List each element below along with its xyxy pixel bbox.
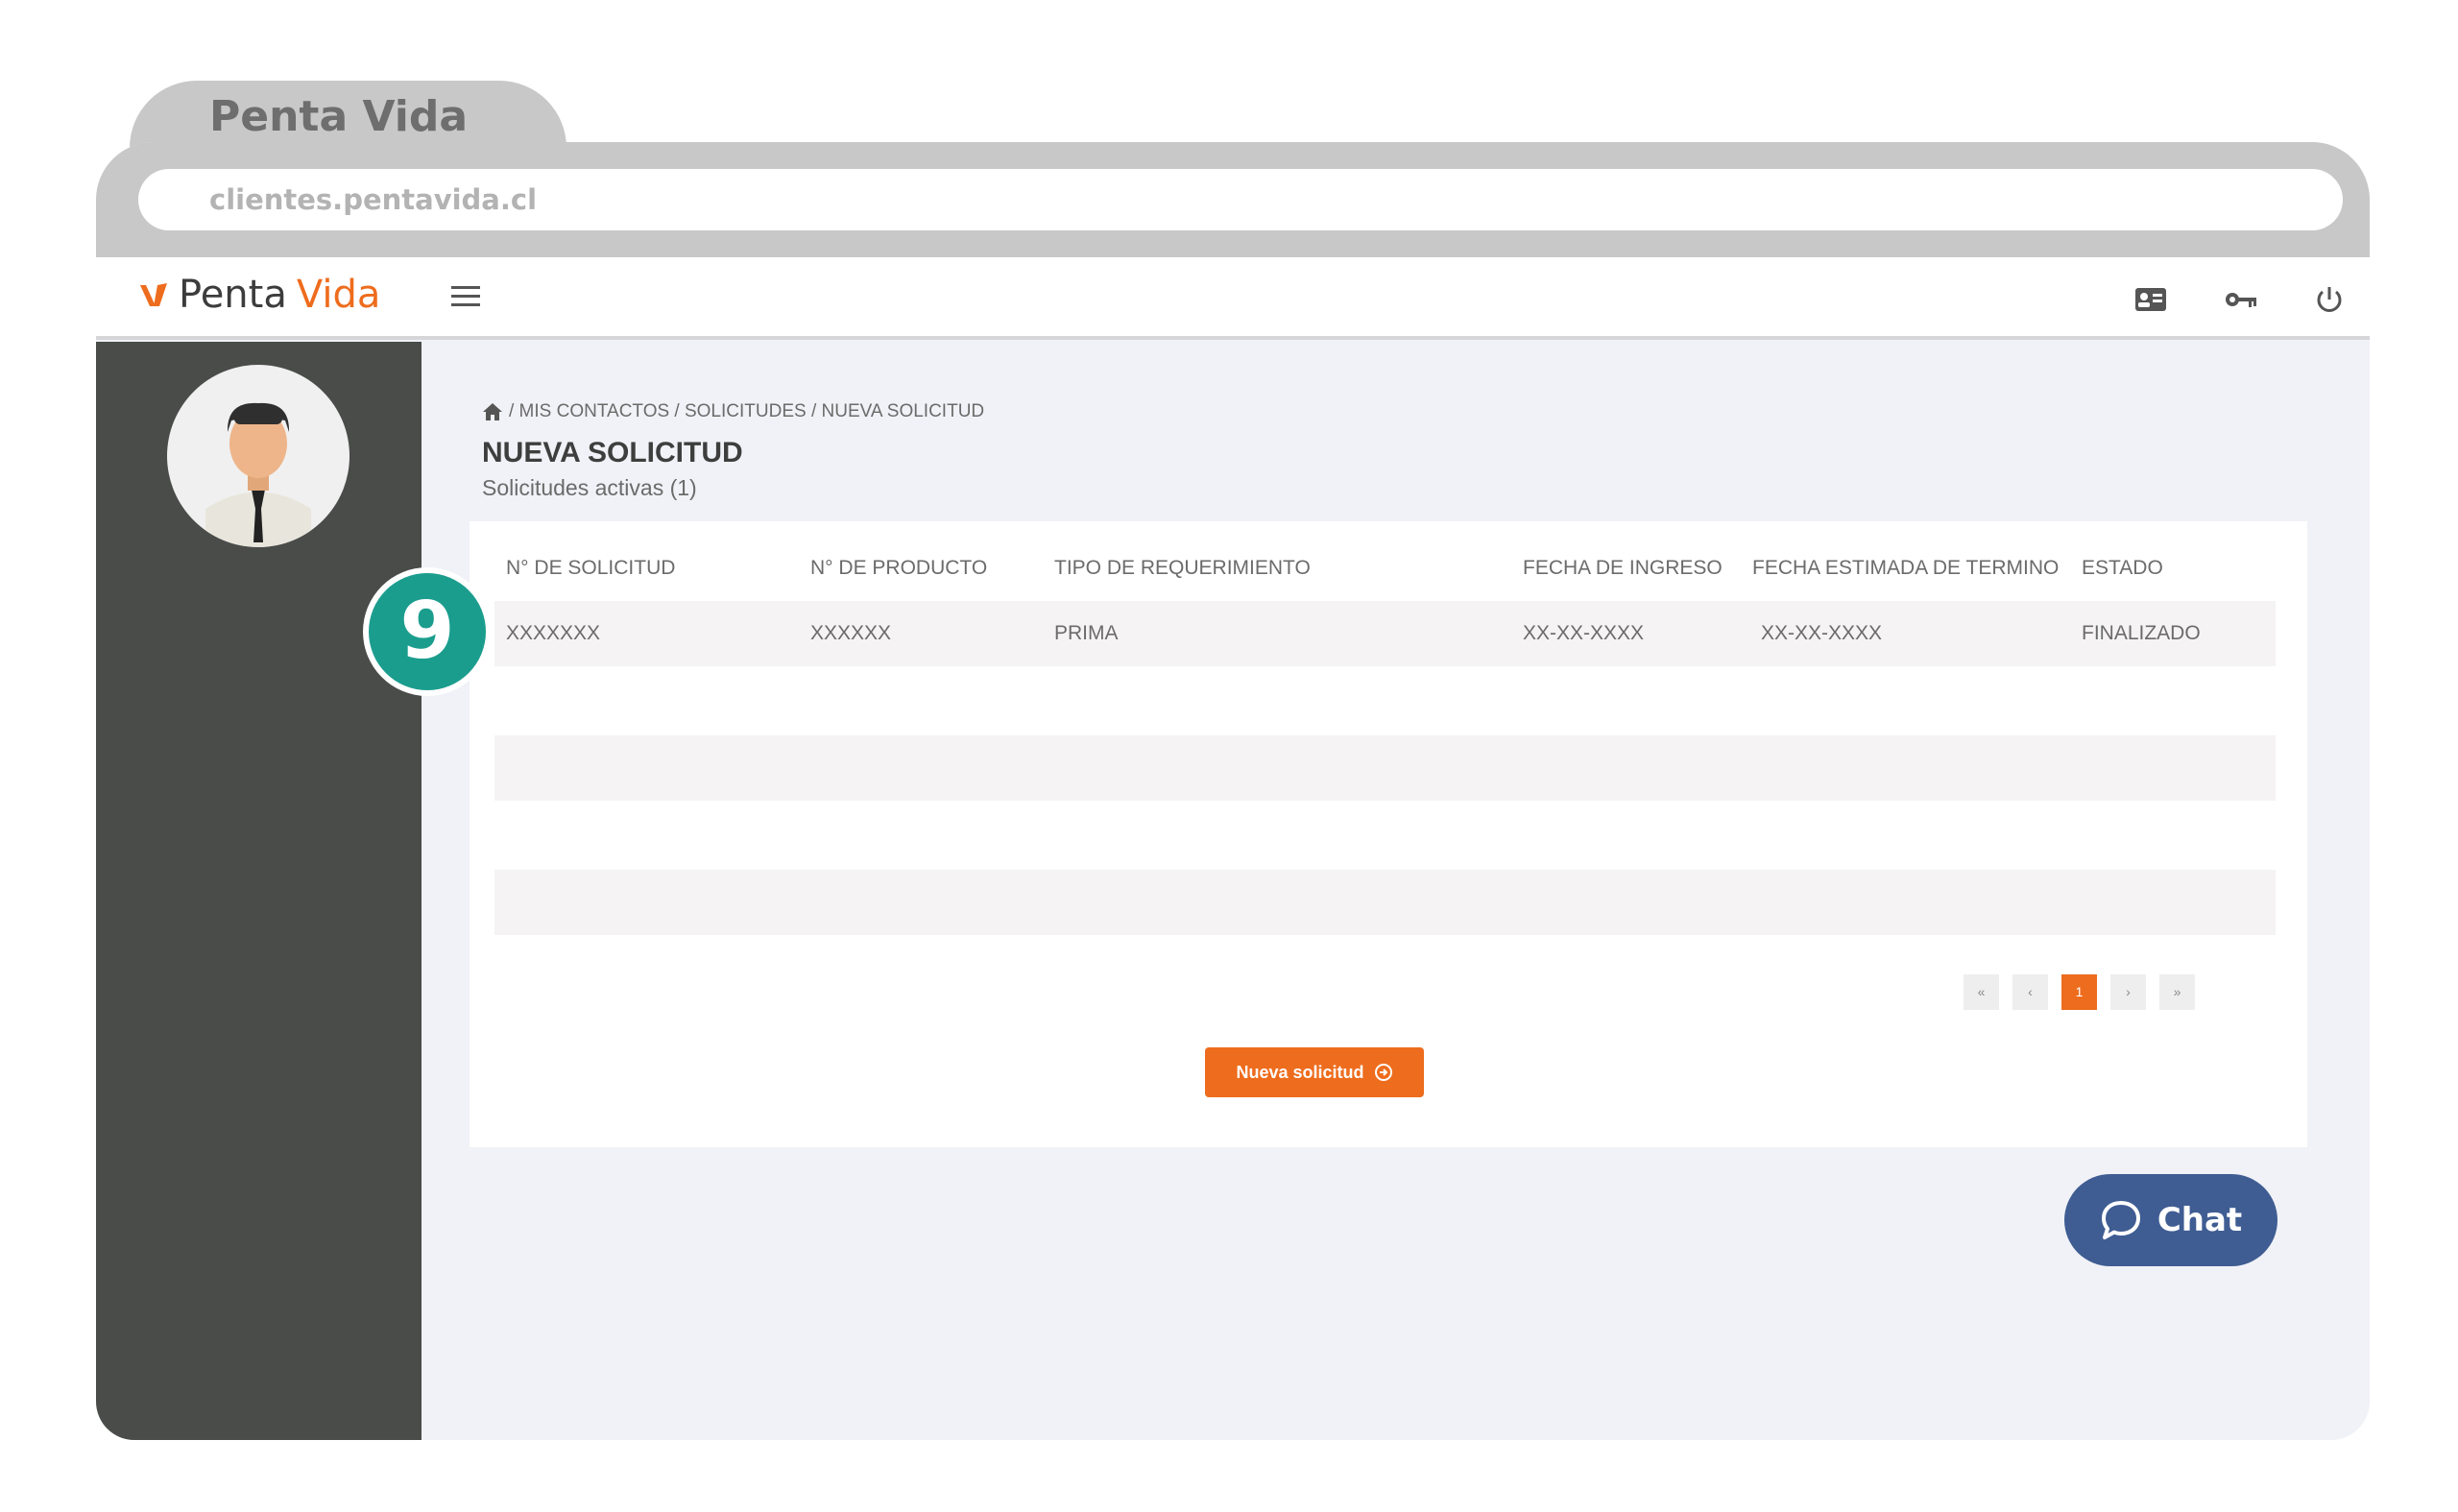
address-bar[interactable]: clientes.pentavida.cl xyxy=(138,169,2343,230)
page-subtitle: Solicitudes activas (1) xyxy=(482,475,697,500)
table-cell: XX-XX-XXXX xyxy=(1523,622,1645,644)
browser-tab-title: Penta Vida xyxy=(209,92,469,141)
breadcrumb-path[interactable]: / MIS CONTACTOS / SOLICITUDES / NUEVA SO… xyxy=(509,401,984,422)
chat-button[interactable]: Chat xyxy=(2064,1174,2277,1266)
key-icon[interactable] xyxy=(2224,282,2258,317)
table-header: N° DE SOLICITUD N° DE PRODUCTO TIPO DE R… xyxy=(494,536,2276,599)
column-header: ESTADO xyxy=(2082,557,2163,579)
column-header: N° DE SOLICITUD xyxy=(506,557,676,579)
table-cell: XX-XX-XXXX xyxy=(1761,622,1883,644)
table-cell: XXXXXX xyxy=(810,622,892,644)
home-icon[interactable] xyxy=(482,402,503,421)
step-number-badge: 9 xyxy=(363,567,492,696)
table-cell: PRIMA xyxy=(1054,622,1119,644)
pagination: « ‹ 1 › » xyxy=(1964,974,2195,1010)
first-page-button[interactable]: « xyxy=(1964,974,1999,1010)
step-number: 9 xyxy=(369,573,486,690)
logo-penta-text: Penta xyxy=(179,273,287,317)
id-card-icon[interactable] xyxy=(2133,282,2168,317)
arrow-circle-right-icon xyxy=(1374,1064,1392,1081)
app-header: Penta Vida xyxy=(96,257,2370,340)
power-icon[interactable] xyxy=(2312,282,2347,317)
table-row-empty xyxy=(494,870,2276,935)
column-header: FECHA DE INGRESO xyxy=(1523,557,1723,579)
sidebar xyxy=(96,342,422,1440)
prev-page-button[interactable]: ‹ xyxy=(2012,974,2048,1010)
new-request-button[interactable]: Nueva solicitud xyxy=(1205,1047,1424,1097)
table-row-empty xyxy=(494,668,2276,733)
penta-vida-logo[interactable]: Penta Vida xyxy=(138,273,380,317)
user-avatar[interactable] xyxy=(167,365,349,547)
column-header: TIPO DE REQUERIMIENTO xyxy=(1054,557,1311,579)
table-cell: FINALIZADO xyxy=(2082,622,2201,644)
table-row[interactable]: XXXXXXX XXXXXX PRIMA XX-XX-XXXX XX-XX-XX… xyxy=(494,601,2276,666)
chat-label: Chat xyxy=(2157,1201,2243,1239)
chat-bubble-icon xyxy=(2101,1201,2140,1239)
user-avatar-icon xyxy=(205,402,311,547)
page-title: NUEVA SOLICITUD xyxy=(482,437,743,468)
table-row-empty xyxy=(494,803,2276,868)
browser-toolbar: clientes.pentavida.cl xyxy=(96,142,2370,257)
penta-logo-mark-icon xyxy=(140,283,167,306)
requests-card: N° DE SOLICITUD N° DE PRODUCTO TIPO DE R… xyxy=(470,521,2307,1147)
last-page-button[interactable]: » xyxy=(2159,974,2195,1010)
column-header: FECHA ESTIMADA DE TERMINO xyxy=(1752,557,2060,579)
table-cell: XXXXXXX xyxy=(506,622,601,644)
column-header: N° DE PRODUCTO xyxy=(810,557,988,579)
next-page-button[interactable]: › xyxy=(2110,974,2146,1010)
breadcrumb: / MIS CONTACTOS / SOLICITUDES / NUEVA SO… xyxy=(482,401,984,422)
logo-vida-text: Vida xyxy=(296,273,381,317)
table-row-empty xyxy=(494,735,2276,801)
menu-icon[interactable] xyxy=(451,286,480,311)
new-request-label: Nueva solicitud xyxy=(1236,1062,1364,1082)
page-1-button[interactable]: 1 xyxy=(2061,974,2097,1010)
